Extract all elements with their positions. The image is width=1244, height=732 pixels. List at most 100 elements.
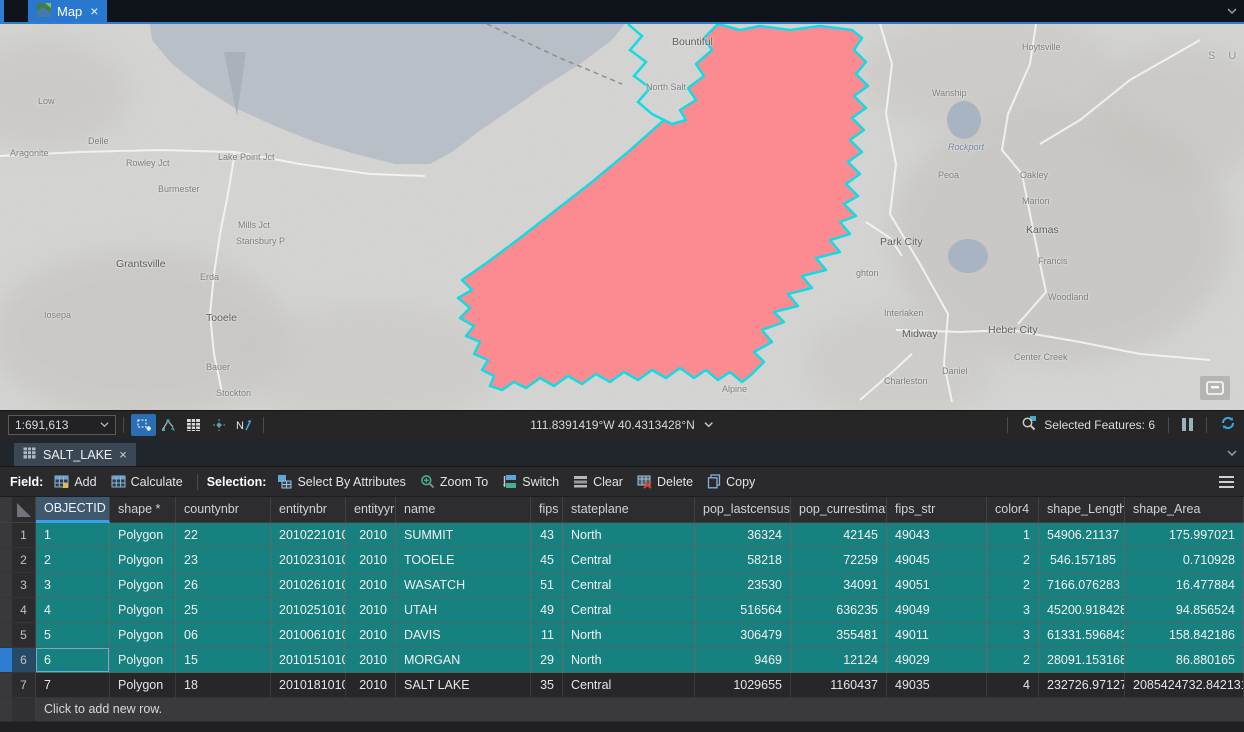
- table-menu-button[interactable]: [1219, 476, 1234, 488]
- cell[interactable]: 2: [987, 573, 1039, 598]
- switch-selection-button[interactable]: Switch: [495, 470, 566, 494]
- cell[interactable]: 2: [36, 548, 110, 573]
- cell[interactable]: Polygon: [110, 673, 176, 698]
- cell[interactable]: North: [563, 623, 695, 648]
- cell[interactable]: North: [563, 523, 695, 548]
- cell[interactable]: WASATCH: [396, 573, 531, 598]
- cell[interactable]: 35: [531, 673, 563, 698]
- cell[interactable]: 28091.153168: [1039, 648, 1125, 673]
- cell[interactable]: 26: [176, 573, 271, 598]
- cell[interactable]: 2010251010: [271, 598, 346, 623]
- attribute-table-button[interactable]: [181, 414, 206, 436]
- cell[interactable]: 306479: [695, 623, 791, 648]
- column-header[interactable]: entitynbr: [271, 497, 346, 523]
- cell[interactable]: Central: [563, 598, 695, 623]
- cell[interactable]: 2010: [346, 598, 396, 623]
- cell[interactable]: North: [563, 648, 695, 673]
- column-header[interactable]: name: [396, 497, 531, 523]
- cell[interactable]: SUMMIT: [396, 523, 531, 548]
- cell[interactable]: 15: [176, 648, 271, 673]
- add-new-row[interactable]: Click to add new row.: [0, 698, 1244, 722]
- chevron-down-icon[interactable]: [1226, 4, 1238, 22]
- cell[interactable]: 61331.596843: [1039, 623, 1125, 648]
- cell[interactable]: 11: [531, 623, 563, 648]
- cell[interactable]: MORGAN: [396, 648, 531, 673]
- cell[interactable]: 25: [176, 598, 271, 623]
- cell[interactable]: TOOELE: [396, 548, 531, 573]
- column-header[interactable]: countynbr: [176, 497, 271, 523]
- row-number[interactable]: 7: [0, 673, 36, 698]
- column-header[interactable]: shape_Length: [1039, 497, 1125, 523]
- cell[interactable]: 42145: [791, 523, 887, 548]
- cell[interactable]: 1: [987, 523, 1039, 548]
- cell[interactable]: 86.880165: [1125, 648, 1244, 673]
- cell[interactable]: 49049: [887, 598, 987, 623]
- cell[interactable]: 72259: [791, 548, 887, 573]
- cell[interactable]: 94.856524: [1125, 598, 1244, 623]
- map-overlay-button[interactable]: [1200, 376, 1230, 400]
- chevron-down-icon[interactable]: [703, 419, 714, 430]
- cell[interactable]: 6: [36, 648, 110, 673]
- cell[interactable]: 2010: [346, 548, 396, 573]
- explore-tool-button[interactable]: [131, 414, 156, 436]
- cell[interactable]: 45: [531, 548, 563, 573]
- cell[interactable]: 16.477884: [1125, 573, 1244, 598]
- north-arrow-button[interactable]: N: [231, 414, 256, 436]
- cell[interactable]: Central: [563, 673, 695, 698]
- cell[interactable]: 49043: [887, 523, 987, 548]
- snapping-button[interactable]: [206, 414, 231, 436]
- cell[interactable]: 4: [987, 673, 1039, 698]
- cell[interactable]: 2010: [346, 673, 396, 698]
- calculate-field-button[interactable]: Calculate: [104, 470, 190, 494]
- edit-vertices-button[interactable]: [156, 414, 181, 436]
- column-header[interactable]: OBJECTID *: [36, 497, 110, 523]
- copy-button[interactable]: Copy: [700, 470, 762, 494]
- cell[interactable]: 2085424732.842131: [1125, 673, 1244, 698]
- row-number[interactable]: 6: [0, 648, 36, 673]
- cell[interactable]: 2010: [346, 623, 396, 648]
- cell[interactable]: 9469: [695, 648, 791, 673]
- cell[interactable]: 2010181010: [271, 673, 346, 698]
- cell[interactable]: 158.842186: [1125, 623, 1244, 648]
- column-header[interactable]: pop_lastcensus: [695, 497, 791, 523]
- select-all-corner[interactable]: [0, 497, 36, 523]
- cell[interactable]: Central: [563, 573, 695, 598]
- cell[interactable]: Polygon: [110, 623, 176, 648]
- cell[interactable]: 23530: [695, 573, 791, 598]
- column-header[interactable]: stateplane: [563, 497, 695, 523]
- cell[interactable]: 2010221010: [271, 523, 346, 548]
- cell[interactable]: 1160437: [791, 673, 887, 698]
- cell[interactable]: 3: [987, 598, 1039, 623]
- column-header[interactable]: fips_str: [887, 497, 987, 523]
- cell[interactable]: 06: [176, 623, 271, 648]
- column-header[interactable]: fips: [531, 497, 563, 523]
- close-icon[interactable]: ×: [119, 448, 127, 461]
- chevron-down-icon[interactable]: [1226, 446, 1238, 464]
- cell[interactable]: UTAH: [396, 598, 531, 623]
- cell[interactable]: 1029655: [695, 673, 791, 698]
- tab-map[interactable]: Map ×: [28, 0, 107, 22]
- cell[interactable]: 49011: [887, 623, 987, 648]
- cell[interactable]: Central: [563, 548, 695, 573]
- cell[interactable]: 0.710928: [1125, 548, 1244, 573]
- cell[interactable]: 49051: [887, 573, 987, 598]
- cell[interactable]: 232726.971272: [1039, 673, 1125, 698]
- cell[interactable]: Polygon: [110, 548, 176, 573]
- cell[interactable]: 58218: [695, 548, 791, 573]
- select-by-attributes-button[interactable]: Select By Attributes: [270, 470, 412, 494]
- map-view[interactable]: BountifulNorth SaltHoytsvilleWanshipPeoa…: [0, 24, 1244, 410]
- column-header[interactable]: pop_currestimate: [791, 497, 887, 523]
- column-header[interactable]: shape_Area: [1125, 497, 1244, 523]
- cell[interactable]: 54906.21137: [1039, 523, 1125, 548]
- cell[interactable]: Polygon: [110, 523, 176, 548]
- cell[interactable]: 355481: [791, 623, 887, 648]
- zoom-to-button[interactable]: Zoom To: [413, 470, 495, 494]
- cell[interactable]: 4: [36, 598, 110, 623]
- cell[interactable]: 12124: [791, 648, 887, 673]
- cell[interactable]: 2: [987, 648, 1039, 673]
- cell[interactable]: 2010261010: [271, 573, 346, 598]
- cell[interactable]: Polygon: [110, 598, 176, 623]
- delete-selected-button[interactable]: Delete: [630, 470, 700, 494]
- cell[interactable]: 7: [36, 673, 110, 698]
- column-header[interactable]: shape *: [110, 497, 176, 523]
